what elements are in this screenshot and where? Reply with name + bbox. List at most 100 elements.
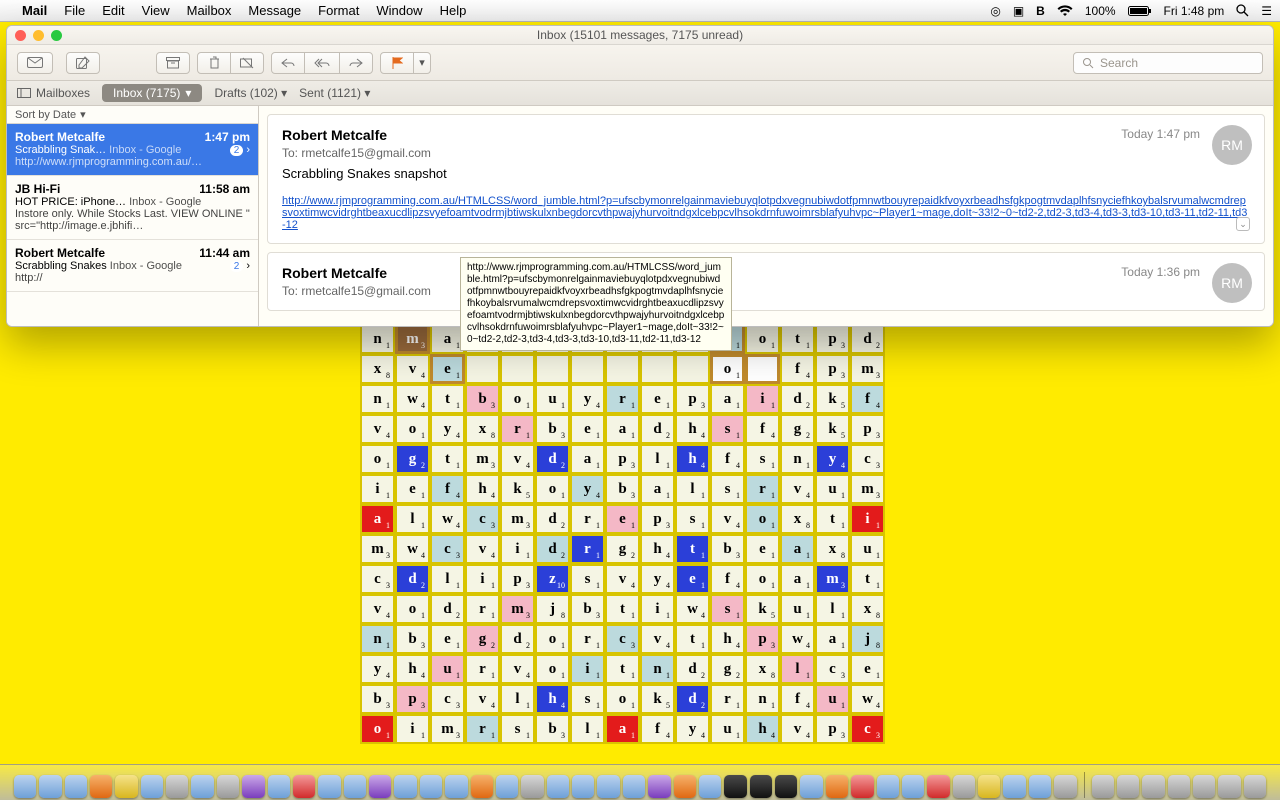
board-cell[interactable]: o1 [710,354,745,384]
board-cell[interactable]: l1 [815,594,850,624]
board-cell[interactable]: t1 [430,444,465,474]
board-cell[interactable]: y4 [360,654,395,684]
board-cell[interactable]: i1 [640,594,675,624]
board-cell[interactable]: f4 [640,714,675,744]
board-cell[interactable]: y4 [815,444,850,474]
board-cell[interactable]: f4 [430,474,465,504]
board-cell[interactable]: x8 [780,504,815,534]
board-cell[interactable]: e1 [745,534,780,564]
board-cell[interactable]: m3 [850,354,885,384]
board-cell[interactable]: v4 [780,714,815,744]
board-cell[interactable] [640,354,675,384]
board-cell[interactable]: p3 [640,504,675,534]
flag-button[interactable] [380,52,414,74]
menu-help[interactable]: Help [440,3,467,18]
dock-doc-icon[interactable] [1168,775,1190,798]
board-cell[interactable]: h4 [675,444,710,474]
board-cell[interactable] [500,354,535,384]
status-icon2[interactable]: ▣ [1013,4,1024,18]
board-cell[interactable]: e1 [430,354,465,384]
board-cell[interactable]: v4 [465,684,500,714]
board-cell[interactable]: p3 [605,444,640,474]
board-cell[interactable]: x8 [465,414,500,444]
board-cell[interactable]: b3 [360,684,395,714]
board-cell[interactable] [745,354,780,384]
board-cell[interactable] [535,354,570,384]
board-cell[interactable]: h4 [535,684,570,714]
dock-app-icon[interactable] [953,775,975,798]
board-cell[interactable]: n1 [360,384,395,414]
wifi-icon[interactable] [1057,5,1073,17]
minimize-button[interactable] [33,30,44,41]
board-cell[interactable]: h4 [710,624,745,654]
board-cell[interactable]: m3 [430,714,465,744]
board-cell[interactable]: t1 [605,654,640,684]
message-list-item[interactable]: Robert Metcalfe11:44 amScrabbling Snakes… [7,240,258,292]
junk-button[interactable] [230,52,264,74]
board-cell[interactable]: r1 [465,594,500,624]
board-cell[interactable]: o1 [745,564,780,594]
board-cell[interactable]: u1 [815,474,850,504]
board-cell[interactable]: a1 [605,414,640,444]
board-cell[interactable]: g2 [395,444,430,474]
sent-tab[interactable]: Sent (1121) ▾ [299,86,370,100]
board-cell[interactable]: w4 [780,624,815,654]
board-cell[interactable]: l1 [570,714,605,744]
board-cell[interactable]: a1 [780,534,815,564]
dock-app-icon[interactable] [826,775,848,798]
board-cell[interactable]: t1 [430,384,465,414]
board-cell[interactable]: f4 [780,684,815,714]
board-cell[interactable]: w4 [675,594,710,624]
drafts-tab[interactable]: Drafts (102) ▾ [214,86,287,100]
board-cell[interactable]: z10 [535,564,570,594]
board-cell[interactable]: o1 [360,444,395,474]
board-cell[interactable]: o1 [535,474,570,504]
dock-app-icon[interactable] [242,775,264,798]
board-cell[interactable]: m3 [395,324,430,354]
board-cell[interactable]: t1 [675,624,710,654]
board-cell[interactable]: c3 [605,624,640,654]
board-cell[interactable]: a1 [605,714,640,744]
board-cell[interactable]: i1 [570,654,605,684]
board-cell[interactable]: f4 [850,384,885,414]
notification-center-icon[interactable]: ☰ [1261,4,1272,18]
board-cell[interactable]: w4 [395,384,430,414]
board-cell[interactable]: b3 [395,624,430,654]
board-cell[interactable]: s1 [570,564,605,594]
expand-button[interactable]: ⌄ [1236,217,1250,231]
dock-app-icon[interactable] [394,775,416,798]
board-cell[interactable]: h4 [395,654,430,684]
board-cell[interactable]: u1 [815,684,850,714]
inbox-tab[interactable]: Inbox (7175)▾ [102,84,202,102]
board-cell[interactable]: f4 [745,414,780,444]
dock-app-icon[interactable] [293,775,315,798]
board-cell[interactable]: i1 [395,714,430,744]
board-cell[interactable]: e1 [570,414,605,444]
app-menu[interactable]: Mail [22,3,47,18]
board-cell[interactable]: r1 [570,504,605,534]
show-mailboxes-button[interactable]: Mailboxes [17,86,90,100]
board-cell[interactable]: c3 [850,444,885,474]
board-cell[interactable]: n1 [360,324,395,354]
board-cell[interactable]: y4 [640,564,675,594]
board-cell[interactable]: p3 [815,714,850,744]
board-cell[interactable]: x8 [745,654,780,684]
board-cell[interactable]: p3 [500,564,535,594]
board-cell[interactable]: v4 [500,654,535,684]
board-cell[interactable]: g2 [465,624,500,654]
board-cell[interactable]: l1 [780,654,815,684]
board-cell[interactable]: a1 [815,624,850,654]
close-button[interactable] [15,30,26,41]
dock-app-icon[interactable] [877,775,899,798]
board-cell[interactable]: a1 [570,444,605,474]
board-cell[interactable]: y4 [430,414,465,444]
board-cell[interactable]: j8 [535,594,570,624]
board-cell[interactable]: f4 [710,444,745,474]
bluetooth-icon[interactable]: B [1036,4,1045,18]
board-cell[interactable]: w4 [430,504,465,534]
message-body-link[interactable]: http://www.rjmprogramming.com.au/HTMLCSS… [282,195,1250,231]
spotlight-icon[interactable] [1236,4,1249,17]
board-cell[interactable]: b3 [570,594,605,624]
board-cell[interactable]: g2 [605,534,640,564]
board-cell[interactable]: b3 [710,534,745,564]
